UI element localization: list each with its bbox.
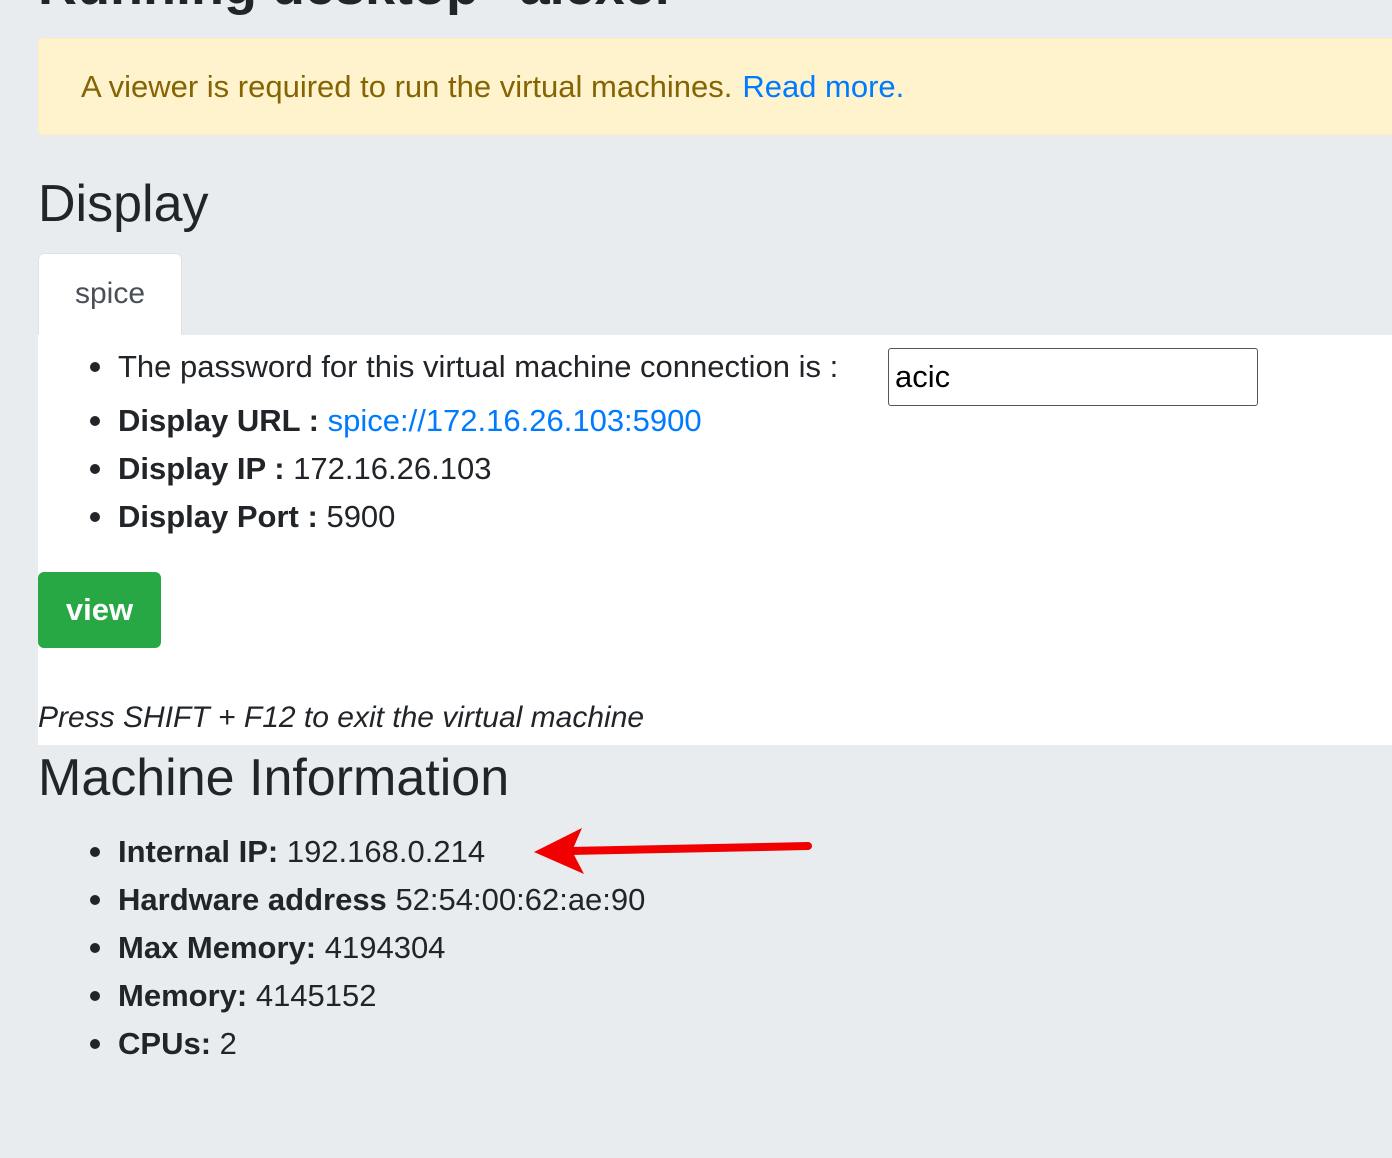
internal-ip-label: Internal IP: (118, 834, 279, 869)
display-port-label: Display Port : (118, 499, 318, 534)
hardware-address-value: 52:54:00:62:ae:90 (395, 882, 646, 917)
internal-ip-value: 192.168.0.214 (286, 834, 486, 869)
bullet-icon (90, 847, 100, 857)
display-url-label: Display URL : (118, 403, 319, 438)
max-memory-row: Max Memory: 4194304 (118, 928, 445, 968)
hardware-address-row: Hardware address 52:54:00:62:ae:90 (118, 880, 645, 920)
bullet-icon (90, 512, 100, 522)
display-heading: Display (38, 175, 209, 233)
cpus-row: CPUs: 2 (118, 1024, 237, 1064)
bullet-icon (90, 416, 100, 426)
max-memory-value: 4194304 (324, 930, 446, 965)
viewer-required-alert: A viewer is required to run the virtual … (38, 38, 1392, 135)
tab-spice[interactable]: spice (38, 253, 182, 335)
bullet-icon (90, 991, 100, 1001)
page: Running desktop "alexel" A viewer is req… (0, 0, 1392, 1158)
display-port-value: 5900 (326, 499, 396, 534)
alert-message: A viewer is required to run the virtual … (81, 68, 733, 104)
password-label: The password for this virtual machine co… (118, 349, 839, 384)
internal-ip-row: Internal IP: 192.168.0.214 (118, 832, 485, 872)
memory-value: 4145152 (255, 978, 377, 1013)
hardware-address-label: Hardware address (118, 882, 387, 917)
machine-info-heading: Machine Information (38, 749, 510, 807)
display-ip-label: Display IP : (118, 451, 285, 486)
bullet-icon (90, 362, 100, 372)
display-ip-value: 172.16.26.103 (293, 451, 492, 486)
view-button[interactable]: view (38, 572, 161, 648)
exit-hint: Press SHIFT + F12 to exit the virtual ma… (38, 701, 645, 734)
cpus-label: CPUs: (118, 1026, 212, 1061)
bullet-icon (90, 943, 100, 953)
cpus-value: 2 (219, 1026, 237, 1061)
page-title: Running desktop "alexel" (38, 0, 695, 16)
max-memory-label: Max Memory: (118, 930, 317, 965)
display-url-row: Display URL : spice://172.16.26.103:5900 (118, 401, 702, 441)
bullet-icon (90, 1039, 100, 1049)
bullet-icon (90, 464, 100, 474)
arrow-shaft (566, 842, 812, 855)
arrow-left-icon (534, 828, 812, 874)
display-tabs: spice (38, 253, 1392, 336)
password-field[interactable] (888, 348, 1258, 406)
read-more-link[interactable]: Read more. (742, 69, 904, 105)
memory-row: Memory: 4145152 (118, 976, 377, 1016)
memory-label: Memory: (118, 978, 248, 1013)
display-url-link[interactable]: spice://172.16.26.103:5900 (328, 403, 702, 438)
display-ip-row: Display IP : 172.16.26.103 (118, 449, 491, 489)
display-port-row: Display Port : 5900 (118, 497, 395, 537)
bullet-icon (90, 895, 100, 905)
spice-tab-panel: The password for this virtual machine co… (38, 335, 1392, 745)
